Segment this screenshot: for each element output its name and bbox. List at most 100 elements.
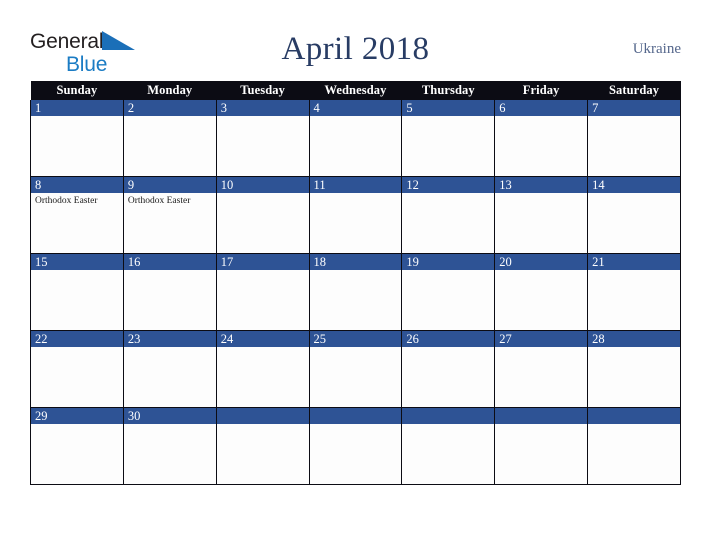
calendar-week-row: 8 Orthodox Easter 9 Orthodox Easter 10 11 12 13… (30, 176, 681, 254)
day-events (402, 270, 494, 272)
day-number (588, 408, 680, 424)
day-events (124, 270, 216, 272)
calendar-day-cell[interactable]: 17 (215, 253, 310, 331)
calendar-day-cell[interactable]: 24 (215, 330, 310, 408)
day-number: 18 (309, 254, 402, 270)
day-number: 30 (123, 408, 216, 424)
calendar-day-cell[interactable]: 6 (494, 100, 589, 177)
calendar-day-cell[interactable]: 16 (122, 253, 217, 331)
day-events (31, 424, 123, 426)
calendar-day-cell[interactable]: 21 (587, 253, 681, 331)
day-events (588, 424, 680, 426)
calendar-body: 1 2 3 4 5 6 7 8 Orthodox Easter 9 Orthodox Easter 1… (30, 100, 681, 485)
day-events (124, 116, 216, 118)
day-events (310, 193, 402, 195)
calendar-day-cell[interactable]: 11 (308, 176, 403, 254)
weekday-header-monday: Monday (123, 81, 217, 100)
day-events (495, 424, 587, 426)
day-number: 1 (31, 100, 123, 116)
day-number: 26 (402, 331, 495, 347)
weekday-header-tuesday: Tuesday (216, 81, 310, 100)
day-events (310, 116, 402, 118)
calendar-empty-cell (401, 407, 496, 485)
day-number (216, 408, 309, 424)
day-events (495, 270, 587, 272)
calendar-day-cell[interactable]: 10 (215, 176, 310, 254)
day-number: 6 (495, 100, 588, 116)
day-number: 28 (588, 331, 680, 347)
day-events (402, 116, 494, 118)
weekday-header-thursday: Thursday (401, 81, 495, 100)
calendar-day-cell[interactable]: 3 (215, 100, 310, 177)
day-events: Orthodox Easter (124, 193, 216, 207)
day-number: 14 (588, 177, 680, 193)
calendar-page: General Blue April 2018 Ukraine Sunday Mo… (0, 0, 712, 550)
calendar-day-cell[interactable]: 7 (587, 100, 681, 177)
calendar-week-row: 29 30 (30, 407, 681, 485)
weekday-header-friday: Friday (494, 81, 588, 100)
day-events (588, 116, 680, 118)
day-number: 13 (495, 177, 588, 193)
calendar-day-cell[interactable]: 2 (122, 100, 217, 177)
calendar-empty-cell (215, 407, 310, 485)
weekday-header-saturday: Saturday (587, 81, 681, 100)
calendar-day-cell[interactable]: 12 (401, 176, 496, 254)
calendar-day-cell[interactable]: 29 (30, 407, 124, 485)
day-number: 27 (495, 331, 588, 347)
calendar-day-cell[interactable]: 1 (30, 100, 124, 177)
day-number: 16 (123, 254, 216, 270)
day-number: 12 (402, 177, 495, 193)
calendar-day-cell[interactable]: 14 (587, 176, 681, 254)
day-number: 29 (31, 408, 123, 424)
day-events (402, 347, 494, 349)
day-number: 10 (216, 177, 309, 193)
day-events (402, 424, 494, 426)
day-number: 25 (309, 331, 402, 347)
day-number (309, 408, 402, 424)
calendar-empty-cell (308, 407, 403, 485)
day-events (310, 270, 402, 272)
calendar-day-cell[interactable]: 20 (494, 253, 589, 331)
day-events (217, 347, 309, 349)
calendar-week-row: 15 16 17 18 19 20 21 (30, 253, 681, 331)
day-events (588, 347, 680, 349)
calendar-day-cell[interactable]: 27 (494, 330, 589, 408)
day-number (495, 408, 588, 424)
calendar-day-cell[interactable]: 19 (401, 253, 496, 331)
calendar-empty-cell (587, 407, 681, 485)
day-number: 11 (309, 177, 402, 193)
day-events (402, 193, 494, 195)
weekday-header-wednesday: Wednesday (309, 81, 402, 100)
calendar-day-cell[interactable]: 15 (30, 253, 124, 331)
day-events (310, 424, 402, 426)
day-number: 19 (402, 254, 495, 270)
country-label: Ukraine (632, 41, 681, 57)
calendar-day-cell[interactable]: 5 (401, 100, 496, 177)
calendar-day-cell[interactable]: 13 (494, 176, 589, 254)
day-events (31, 270, 123, 272)
day-number: 21 (588, 254, 680, 270)
day-events (217, 424, 309, 426)
day-number (402, 408, 495, 424)
calendar-day-cell[interactable]: 30 (122, 407, 217, 485)
weekday-header-sunday: Sunday (30, 81, 124, 100)
day-events (31, 347, 123, 349)
calendar-day-cell[interactable]: 23 (122, 330, 217, 408)
day-events (310, 347, 402, 349)
day-events (31, 116, 123, 118)
calendar-day-cell[interactable]: 4 (308, 100, 403, 177)
calendar-week-row: 1234567 (30, 100, 681, 177)
day-number: 20 (495, 254, 588, 270)
day-events (217, 116, 309, 118)
calendar-day-cell[interactable]: 26 (401, 330, 496, 408)
calendar-day-cell[interactable]: 25 (308, 330, 403, 408)
calendar-day-cell[interactable]: 9 Orthodox Easter (122, 176, 217, 254)
calendar-day-cell[interactable]: 28 (587, 330, 681, 408)
day-events (495, 193, 587, 195)
day-number: 23 (123, 331, 216, 347)
calendar-day-cell[interactable]: 22 (30, 330, 124, 408)
calendar-day-cell[interactable]: 8 Orthodox Easter (30, 176, 124, 254)
holiday-event: Orthodox Easter (127, 196, 191, 206)
day-number: 8 (31, 177, 123, 193)
calendar-day-cell[interactable]: 18 (308, 253, 403, 331)
